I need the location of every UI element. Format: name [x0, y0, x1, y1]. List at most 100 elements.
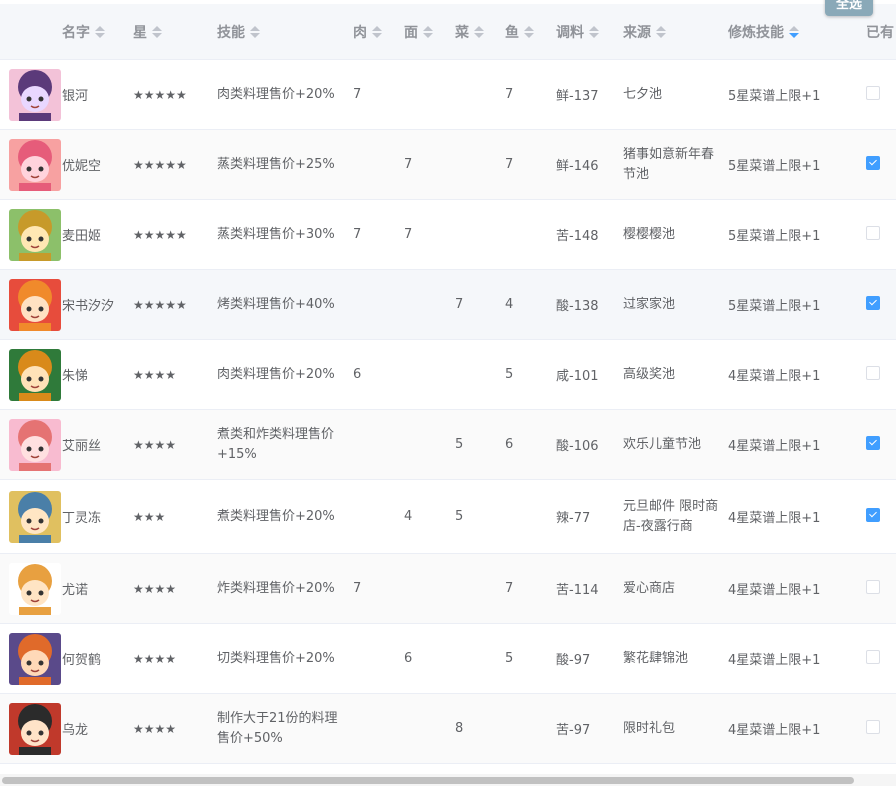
sort-icon[interactable]: [656, 25, 666, 38]
cell-training: 5星菜谱上限+1: [728, 269, 866, 340]
sort-icon[interactable]: [250, 25, 260, 38]
owned-checkbox[interactable]: [866, 365, 880, 380]
col-star[interactable]: 星: [133, 4, 217, 60]
cell-source: 猪事如意新年春节池: [623, 129, 728, 200]
table-row[interactable]: 艾丽丝 ★★★★ 煮类和炸类料理售价+15% 5 6 酸-106 欢乐儿童节池 4星菜谱上限+…: [0, 409, 896, 480]
cell-skill: 肉类料理售价+20%: [217, 339, 353, 410]
cell-veg: [455, 59, 505, 130]
owned-checkbox-checked[interactable]: [866, 295, 880, 310]
sort-icon[interactable]: [589, 25, 599, 38]
table-row[interactable]: 乌龙 ★★★★ 制作大于21份的料理售价+50% 8 苦-97 限时礼包 4星菜谱上限+1: [0, 693, 896, 764]
cell-seasoning: 酸-97: [556, 623, 623, 694]
col-veg[interactable]: 菜: [455, 4, 505, 60]
cell-owned: [866, 479, 896, 554]
cell-owned: [866, 129, 896, 200]
col-skill[interactable]: 技能: [217, 4, 353, 60]
avatar: [9, 562, 61, 615]
cell-star: ★★★★: [133, 623, 217, 694]
col-fish[interactable]: 鱼: [505, 4, 556, 60]
cell-training: 5星菜谱上限+1: [728, 129, 866, 200]
avatar: [9, 348, 61, 401]
col-avatar: [0, 4, 62, 60]
cell-source: 限时礼包: [623, 693, 728, 764]
cell-owned: [866, 623, 896, 694]
col-source[interactable]: 来源: [623, 4, 728, 60]
sort-icon[interactable]: [95, 25, 105, 38]
sort-icon[interactable]: [789, 25, 799, 38]
avatar-cell: [0, 339, 62, 410]
cell-fish: [505, 199, 556, 270]
cell-name: 优妮空: [62, 129, 133, 200]
cell-name: 尤诺: [62, 553, 133, 624]
cell-name: 朱悌: [62, 339, 133, 410]
avatar-cell: [0, 693, 62, 764]
cell-fish: 4: [505, 269, 556, 340]
cell-meat: [353, 623, 404, 694]
cell-noodle: 7: [404, 199, 455, 270]
cell-seasoning: 苦-114: [556, 553, 623, 624]
sort-icon[interactable]: [474, 25, 484, 38]
cell-noodle: [404, 693, 455, 764]
table-row[interactable]: 宋书汐汐 ★★★★★ 烤类料理售价+40% 7 4 酸-138 过家家池 5星菜谱上限+1: [0, 269, 896, 340]
avatar: [9, 632, 61, 685]
table-row[interactable]: 何贺鹤 ★★★★ 切类料理售价+20% 6 5 酸-97 繁花肆锦池 4星菜谱上限+1: [0, 623, 896, 694]
table-row[interactable]: 尤诺 ★★★★ 炸类料理售价+20% 7 7 苦-114 爱心商店 4星菜谱上限+1: [0, 553, 896, 624]
cell-training: 4星菜谱上限+1: [728, 623, 866, 694]
cell-star: ★★★★: [133, 409, 217, 480]
cell-noodle: [404, 269, 455, 340]
scrollbar-thumb[interactable]: [2, 777, 854, 784]
cell-star: ★★★: [133, 479, 217, 554]
cell-owned: [866, 339, 896, 410]
table-row[interactable]: 丁灵冻 ★★★ 煮类料理售价+20% 4 5 辣-77 元旦邮件 限时商店-夜露行商 4星菜谱…: [0, 479, 896, 554]
cell-skill: 炸类料理售价+20%: [217, 553, 353, 624]
avatar: [9, 278, 61, 331]
cell-owned: [866, 553, 896, 624]
cell-source: 欢乐儿童节池: [623, 409, 728, 480]
table-row[interactable]: 优妮空 ★★★★★ 蒸类料理售价+25% 7 7 鲜-146 猪事如意新年春节池 5星菜谱上限…: [0, 129, 896, 200]
cell-veg: [455, 553, 505, 624]
cell-fish: [505, 693, 556, 764]
cell-meat: [353, 269, 404, 340]
avatar-cell: [0, 269, 62, 340]
cell-owned: [866, 269, 896, 340]
avatar: [9, 68, 61, 121]
table-row[interactable]: 朱悌 ★★★★ 肉类料理售价+20% 6 5 咸-101 高级奖池 4星菜谱上限+1: [0, 339, 896, 410]
cell-noodle: [404, 409, 455, 480]
col-seasoning[interactable]: 调料: [556, 4, 623, 60]
col-name[interactable]: 名字: [62, 4, 133, 60]
owned-checkbox[interactable]: [866, 579, 880, 594]
avatar-cell: [0, 129, 62, 200]
cell-name: 乌龙: [62, 693, 133, 764]
sort-icon[interactable]: [524, 25, 534, 38]
owned-checkbox[interactable]: [866, 719, 880, 734]
sort-icon[interactable]: [423, 25, 433, 38]
select-all-button[interactable]: 全选: [825, 0, 873, 16]
owned-checkbox-checked[interactable]: [866, 435, 880, 450]
col-meat[interactable]: 肉: [353, 4, 404, 60]
cell-seasoning: 酸-106: [556, 409, 623, 480]
owned-checkbox[interactable]: [866, 649, 880, 664]
table-row[interactable]: 麦田姬 ★★★★★ 蒸类料理售价+30% 7 7 苦-148 樱樱樱池 5星菜谱上限+1: [0, 199, 896, 270]
cell-fish: 7: [505, 553, 556, 624]
cell-fish: [505, 479, 556, 554]
table-row[interactable]: 银河 ★★★★★ 肉类料理售价+20% 7 7 鲜-137 七夕池 5星菜谱上限+1: [0, 59, 896, 130]
horizontal-scrollbar[interactable]: [0, 774, 896, 786]
cell-star: ★★★★: [133, 339, 217, 410]
owned-checkbox-checked[interactable]: [866, 507, 880, 522]
cell-source: 高级奖池: [623, 339, 728, 410]
sort-icon[interactable]: [372, 25, 382, 38]
cell-star: ★★★★: [133, 693, 217, 764]
cell-skill: 切类料理售价+20%: [217, 623, 353, 694]
avatar: [9, 702, 61, 755]
owned-checkbox-checked[interactable]: [866, 155, 880, 170]
col-noodle[interactable]: 面: [404, 4, 455, 60]
cell-skill: 蒸类料理售价+30%: [217, 199, 353, 270]
cell-veg: 5: [455, 479, 505, 554]
cell-veg: [455, 129, 505, 200]
cell-name: 麦田姬: [62, 199, 133, 270]
cell-training: 5星菜谱上限+1: [728, 59, 866, 130]
owned-checkbox[interactable]: [866, 225, 880, 240]
owned-checkbox[interactable]: [866, 85, 880, 100]
sort-icon[interactable]: [152, 25, 162, 38]
cell-meat: 6: [353, 339, 404, 410]
